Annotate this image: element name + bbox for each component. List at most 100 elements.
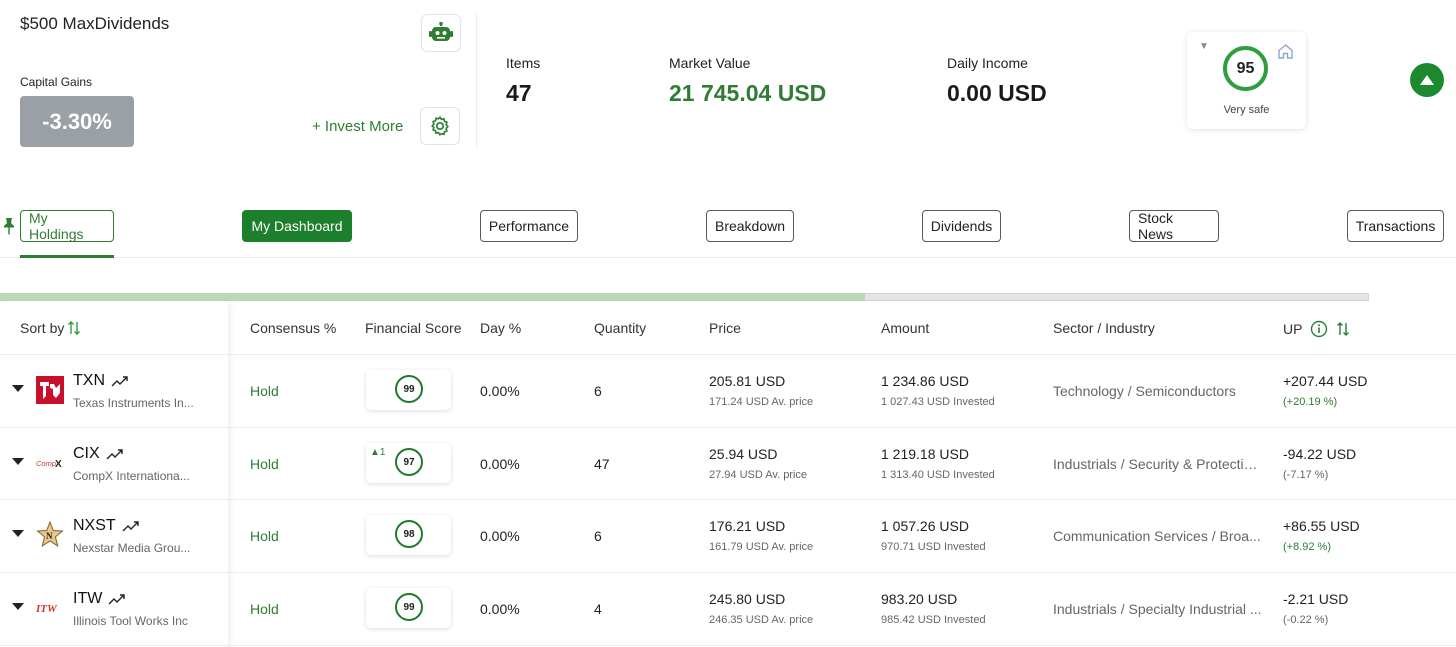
- daily-income-value: 0.00 USD: [947, 80, 1047, 106]
- sector-industry: Communication Services / Broa...: [1053, 528, 1261, 544]
- texas-instruments-logo-icon: [36, 376, 64, 404]
- table-row[interactable]: N NXST Nexstar Media Grou... Hold 98 0.0…: [0, 499, 1456, 572]
- ticker[interactable]: CIX: [73, 445, 124, 463]
- invest-more-link[interactable]: + Invest More: [312, 118, 403, 135]
- items-label: Items: [506, 55, 541, 71]
- ticker-symbol: TXN: [73, 372, 105, 389]
- progress-fill: [0, 293, 865, 301]
- unrealized-profit: -94.22 USD: [1283, 446, 1357, 462]
- table-row[interactable]: ITW ITW Illinois Tool Works Inc Hold 99 …: [0, 572, 1456, 645]
- tab-my-dashboard[interactable]: My Dashboard: [242, 210, 352, 242]
- capital-gains-label: Capital Gains: [20, 75, 93, 89]
- consensus-value: Hold: [250, 456, 279, 472]
- header-sector[interactable]: Sector / Industry: [1053, 320, 1155, 336]
- sort-by-control[interactable]: Sort by: [20, 320, 81, 336]
- trend-up-icon: [111, 376, 128, 387]
- ticker[interactable]: TXN: [73, 372, 129, 390]
- unrealized-profit-pct: (+20.19 %): [1283, 396, 1338, 408]
- score-ring: 98: [395, 520, 423, 548]
- unrealized-profit-pct: (-0.22 %): [1283, 614, 1329, 626]
- sort-arrows-icon[interactable]: [1336, 321, 1350, 337]
- invested: 985.42 USD Invested: [881, 614, 986, 626]
- header-up-control[interactable]: UP: [1283, 320, 1350, 338]
- header-divider: [476, 14, 477, 148]
- sector-industry: Industrials / Specialty Industrial ...: [1053, 601, 1262, 617]
- expand-caret-icon[interactable]: [12, 530, 24, 537]
- itw-logo-icon: ITW: [36, 594, 64, 622]
- robot-button[interactable]: [421, 14, 461, 52]
- score-delta: ▲1: [370, 447, 386, 458]
- settings-button[interactable]: [420, 107, 460, 145]
- portfolio-title: $500 MaxDividends: [20, 14, 170, 33]
- header-amount[interactable]: Amount: [881, 320, 929, 336]
- dividend-safety-card[interactable]: ▼ 95 Very safe: [1187, 32, 1306, 129]
- day-change: 0.00%: [480, 456, 520, 472]
- quantity: 4: [594, 601, 602, 617]
- tab-dividends[interactable]: Dividends: [922, 210, 1001, 242]
- tab-my-holdings[interactable]: My Holdings: [20, 210, 114, 242]
- header-quantity[interactable]: Quantity: [594, 320, 646, 336]
- table-row[interactable]: TXN Texas Instruments In... Hold 99 0.00…: [0, 354, 1456, 427]
- company-name: Illinois Tool Works Inc: [73, 614, 188, 628]
- active-tab-underline: [20, 255, 114, 258]
- day-change: 0.00%: [480, 601, 520, 617]
- consensus-value: Hold: [250, 528, 279, 544]
- tab-breakdown[interactable]: Breakdown: [706, 210, 794, 242]
- pin-icon[interactable]: [3, 217, 15, 235]
- ticker-symbol: ITW: [73, 590, 103, 607]
- capital-gains-badge: -3.30%: [20, 96, 134, 147]
- header-financial-score[interactable]: Financial Score: [365, 320, 462, 336]
- amount: 983.20 USD: [881, 591, 958, 607]
- expand-caret-icon[interactable]: [12, 603, 24, 610]
- trend-up-icon: [122, 521, 139, 532]
- svg-text:Comp: Comp: [36, 459, 56, 468]
- avg-price: 171.24 USD Av. price: [709, 396, 814, 408]
- scroll-up-button[interactable]: [1410, 63, 1444, 97]
- sector-industry: Industrials / Security & Protection...: [1053, 456, 1265, 472]
- caret-down-icon[interactable]: ▼: [1199, 41, 1209, 52]
- header-day[interactable]: Day %: [480, 320, 521, 336]
- sector-industry: Technology / Semiconductors: [1053, 383, 1236, 399]
- header-consensus[interactable]: Consensus %: [250, 320, 336, 336]
- price: 245.80 USD: [709, 591, 786, 607]
- daily-income-label: Daily Income: [947, 55, 1028, 71]
- company-name: Texas Instruments In...: [73, 396, 194, 410]
- consensus-value: Hold: [250, 383, 279, 399]
- header-price[interactable]: Price: [709, 320, 741, 336]
- tab-performance[interactable]: Performance: [480, 210, 578, 242]
- tab-stock-news[interactable]: Stock News: [1129, 210, 1219, 242]
- ticker-symbol: CIX: [73, 445, 100, 462]
- avg-price: 161.79 USD Av. price: [709, 541, 814, 553]
- financial-score-card[interactable]: 99: [366, 588, 451, 628]
- financial-score-card[interactable]: ▲1 97: [366, 443, 451, 483]
- svg-text:X: X: [55, 459, 62, 470]
- info-icon[interactable]: [1310, 320, 1328, 338]
- items-value: 47: [506, 80, 532, 106]
- home-icon[interactable]: [1277, 43, 1294, 59]
- unrealized-profit: +207.44 USD: [1283, 373, 1368, 389]
- tab-divider: [0, 257, 1456, 258]
- unrealized-profit: +86.55 USD: [1283, 518, 1360, 534]
- financial-score-card[interactable]: 99: [366, 370, 451, 410]
- market-value-label: Market Value: [669, 55, 751, 71]
- expand-caret-icon[interactable]: [12, 385, 24, 392]
- amount: 1 234.86 USD: [881, 373, 969, 389]
- day-change: 0.00%: [480, 383, 520, 399]
- table-row[interactable]: Comp X CIX CompX Internationa... Hold ▲1…: [0, 427, 1456, 500]
- financial-score-card[interactable]: 98: [366, 515, 451, 555]
- ticker[interactable]: NXST: [73, 517, 140, 535]
- row-divider: [0, 645, 1456, 646]
- ticker[interactable]: ITW: [73, 590, 126, 608]
- tab-transactions[interactable]: Transactions: [1347, 210, 1444, 242]
- unrealized-profit: -2.21 USD: [1283, 591, 1349, 607]
- score-ring: 99: [395, 593, 423, 621]
- price: 205.81 USD: [709, 373, 786, 389]
- consensus-value: Hold: [250, 601, 279, 617]
- score-ring: 97: [395, 448, 423, 476]
- quantity: 6: [594, 528, 602, 544]
- invested: 1 313.40 USD Invested: [881, 469, 995, 481]
- trend-up-icon: [108, 594, 126, 605]
- unrealized-profit-pct: (-7.17 %): [1283, 469, 1329, 481]
- expand-caret-icon[interactable]: [12, 458, 24, 465]
- ticker-symbol: NXST: [73, 517, 116, 534]
